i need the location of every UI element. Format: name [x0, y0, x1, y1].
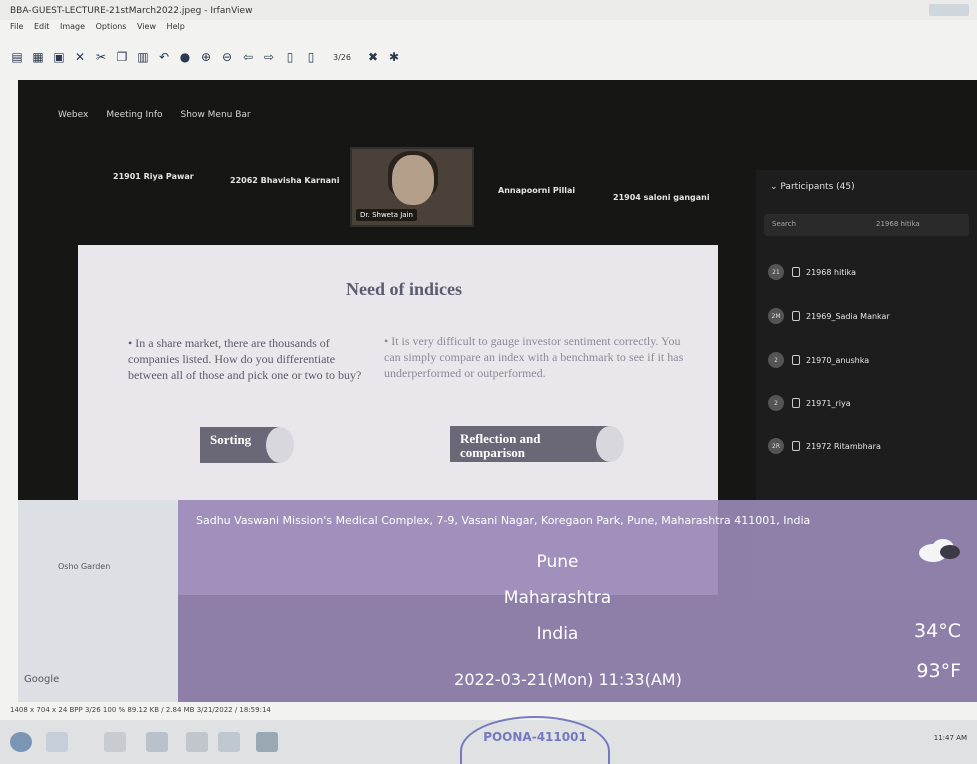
participant-name: 21970_anushka: [806, 355, 870, 365]
chevron-down-icon: ⌄: [770, 182, 781, 192]
webex-logo-label[interactable]: Webex: [58, 110, 88, 120]
city-text: Pune: [536, 552, 579, 572]
cut-icon[interactable]: ✂: [94, 50, 108, 64]
page-counter: 3/26: [333, 52, 351, 62]
reflection-pill: Reflection and comparison: [450, 426, 624, 462]
location-map: Osho Garden Google: [18, 500, 178, 702]
save-icon[interactable]: ▣: [52, 50, 66, 64]
previous-icon[interactable]: ⇦: [241, 50, 255, 64]
avatar: 2M: [768, 308, 784, 324]
zoom-in-icon[interactable]: ⊕: [199, 50, 213, 64]
page-last-icon[interactable]: ▯: [304, 50, 318, 64]
attendee-name: Annapoorni Pillai: [498, 186, 576, 195]
participant-row[interactable]: 21 21968 hitika: [768, 262, 968, 282]
attendee-name: 21904 saloni gangani: [613, 193, 710, 202]
menu-options[interactable]: Options: [96, 22, 127, 31]
mic-icon: [792, 311, 800, 321]
meeting-info-button[interactable]: Meeting Info: [106, 110, 162, 120]
slide-left-text: • In a share market, there are thousands…: [128, 336, 362, 382]
mic-icon: [792, 267, 800, 277]
paste-icon[interactable]: ▥: [136, 50, 150, 64]
search-placeholder: Search: [772, 220, 797, 228]
toolbar: ▤ ▦ ▣ ✕ ✂ ❐ ▥ ↶ ● ⊕ ⊖ ⇦ ⇨ ▯ ▯ 3/26 ✖ ✱: [0, 44, 977, 70]
start-icon[interactable]: [10, 732, 32, 752]
webex-top-bar: Webex Meeting Info Show Menu Bar: [58, 110, 251, 120]
avatar: 2R: [768, 438, 784, 454]
presenter-face: [392, 155, 434, 205]
participant-name: 21969_Sadia Mankar: [806, 311, 890, 321]
attendee-name: 21901 Riya Pawar: [113, 172, 194, 181]
status-bar: 1408 x 704 x 24 BPP 3/26 100 % 89.12 KB …: [10, 706, 271, 714]
avatar: 21: [768, 264, 784, 280]
info-icon[interactable]: ●: [178, 50, 192, 64]
reflection-pill-line1: Reflection and: [460, 431, 541, 446]
explorer-icon[interactable]: [104, 732, 126, 752]
media-icon[interactable]: [146, 732, 168, 752]
menu-image[interactable]: Image: [60, 22, 85, 31]
avatar: 2: [768, 352, 784, 368]
clock[interactable]: 11:47 AM: [934, 734, 967, 743]
participants-header[interactable]: ⌄ Participants (45): [770, 182, 855, 192]
presenter-video[interactable]: Dr. Shweta Jain: [350, 147, 474, 227]
webex-meeting-screenshot: Webex Meeting Info Show Menu Bar 21901 R…: [18, 80, 977, 702]
participant-name: 21971_riya: [806, 398, 851, 408]
participants-title: Participants (45): [780, 182, 855, 192]
browser-icon[interactable]: [46, 732, 68, 752]
app-icon[interactable]: [218, 732, 240, 752]
participant-name: 21968 hitika: [806, 267, 857, 277]
cloud-icon: [919, 539, 960, 562]
menu-edit[interactable]: Edit: [34, 22, 50, 31]
open-icon[interactable]: ▤: [10, 50, 24, 64]
next-icon[interactable]: ⇨: [262, 50, 276, 64]
zoom-out-icon[interactable]: ⊖: [220, 50, 234, 64]
irfanview-window: BBA-GUEST-LECTURE-21stMarch2022.jpeg - I…: [0, 0, 977, 764]
page-first-icon[interactable]: ▯: [283, 50, 297, 64]
temperature-celsius: 34°C: [914, 620, 961, 642]
title-bar: BBA-GUEST-LECTURE-21stMarch2022.jpeg - I…: [0, 0, 977, 20]
irfanview-taskbar-icon[interactable]: [256, 732, 278, 752]
presenter-name-tag: Dr. Shweta Jain: [356, 209, 417, 221]
country-text: India: [536, 624, 579, 644]
sorting-pill-label: Sorting: [210, 432, 252, 447]
avatar: 2: [768, 395, 784, 411]
mic-icon: [792, 355, 800, 365]
thumbnails-icon[interactable]: ▦: [31, 50, 45, 64]
copy-icon[interactable]: ❐: [115, 50, 129, 64]
pill-cap: [596, 426, 624, 462]
menu-bar: File Edit Image Options View Help: [0, 22, 193, 36]
window-title: BBA-GUEST-LECTURE-21stMarch2022.jpeg - I…: [10, 6, 253, 16]
settings-icon[interactable]: ✖: [366, 50, 380, 64]
delete-icon[interactable]: ✕: [73, 50, 87, 64]
show-menu-bar-button[interactable]: Show Menu Bar: [181, 110, 251, 120]
slide-right-text: • It is very difficult to gauge investor…: [384, 334, 684, 380]
reflection-pill-line2: comparison: [460, 445, 525, 460]
slide-title: Need of indices: [346, 279, 462, 299]
menu-view[interactable]: View: [137, 22, 156, 31]
map-place-label: Osho Garden: [58, 562, 111, 571]
menu-help[interactable]: Help: [167, 22, 185, 31]
mic-icon: [792, 441, 800, 451]
participant-name: 21972 Ritambhara: [806, 441, 881, 451]
chrome-icon[interactable]: [186, 732, 208, 752]
participant-search-input[interactable]: Search 21968 hitika: [764, 214, 969, 236]
google-logo: Google: [24, 674, 60, 685]
participant-row[interactable]: 2 21970_anushka: [768, 350, 968, 370]
participant-row[interactable]: 2M 21969_Sadia Mankar: [768, 306, 968, 326]
datetime-text: 2022-03-21(Mon) 11:33(AM): [454, 670, 682, 689]
attendee-name: 22062 Bhavisha Karnani: [230, 176, 340, 185]
gps-camera-overlay: Sadhu Vaswani Mission's Medical Complex,…: [178, 500, 977, 702]
participant-row[interactable]: 2R 21972 Ritambhara: [768, 436, 968, 456]
menu-file[interactable]: File: [10, 22, 23, 31]
window-controls[interactable]: [929, 4, 969, 16]
state-text: Maharashtra: [503, 588, 612, 608]
effects-icon[interactable]: ✱: [387, 50, 401, 64]
undo-icon[interactable]: ↶: [157, 50, 171, 64]
sorting-pill: Sorting: [200, 427, 294, 463]
temperature-fahrenheit: 93°F: [916, 660, 961, 682]
address-text: Sadhu Vaswani Mission's Medical Complex,…: [196, 514, 811, 527]
participant-row[interactable]: 2 21971_riya: [768, 393, 968, 413]
mic-icon: [792, 398, 800, 408]
search-hint: 21968 hitika: [876, 220, 920, 228]
pill-cap: [266, 427, 294, 463]
